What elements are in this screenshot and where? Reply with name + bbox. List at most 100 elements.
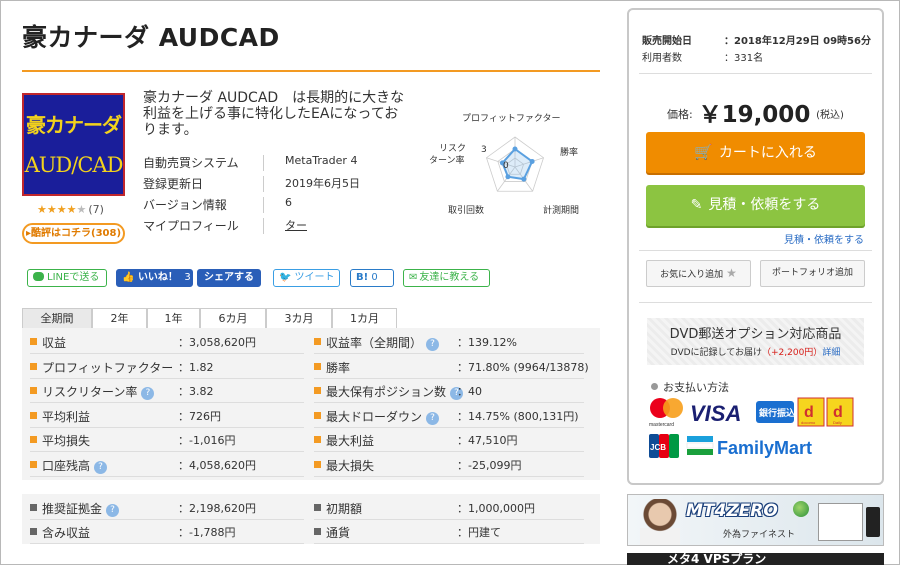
- radar-label-pf: プロフィットファクター: [462, 113, 560, 124]
- title-underline: [22, 70, 600, 72]
- tell-friend-button[interactable]: ✉ 友達に教える: [403, 269, 490, 287]
- help-icon[interactable]: ?: [106, 504, 120, 517]
- svg-text:FamilyMart: FamilyMart: [717, 438, 812, 458]
- dvd-option-box: DVD郵送オプション対応商品 DVDに記録してお届け（+2,200円）詳細: [647, 318, 864, 365]
- help-icon[interactable]: ?: [426, 411, 440, 425]
- stat-label: 口座残高?: [42, 457, 108, 474]
- vps-banner[interactable]: メタ4 VPSプラン: [627, 553, 884, 565]
- request-quote-button[interactable]: ✎ 見積・依頼をする: [646, 185, 865, 226]
- globe-icon: [793, 501, 809, 517]
- spec-key: 自動売買システム: [143, 156, 239, 170]
- tab-2y[interactable]: 2年: [92, 308, 147, 329]
- tweet-label: ツイート: [294, 272, 335, 283]
- tweet-button[interactable]: 🐦 ツイート: [273, 269, 340, 287]
- users-row: 利用者数 ：331名: [642, 49, 872, 64]
- hatena-bookmark-button[interactable]: B! 0: [350, 269, 394, 287]
- bullet-icon: [314, 411, 321, 419]
- stat-label: 勝率: [326, 360, 351, 375]
- users-value: ：331名: [724, 53, 764, 64]
- stat-row: プロフィットファクター ：1.82: [30, 355, 314, 379]
- stat-value: ：-25,099円: [457, 458, 522, 472]
- stat-value: ：-1,788円: [178, 526, 236, 539]
- svg-text:d: d: [804, 404, 814, 421]
- star-icon: ★: [726, 266, 737, 280]
- radar-chart: 3 0 プロフィットファクター 勝率 計測期間 取引回数 リスク ターン率: [429, 113, 579, 216]
- mastercard-logo: mastercard: [649, 398, 683, 428]
- tab-6m[interactable]: 6カ月: [200, 308, 266, 329]
- svg-text:mastercard: mastercard: [649, 422, 674, 428]
- tab-1y[interactable]: 1年: [147, 308, 200, 329]
- svg-text:銀行振込: 銀行振込: [759, 407, 795, 419]
- tab-3m[interactable]: 3カ月: [266, 308, 332, 329]
- stat-label: 最大ドローダウン?: [326, 408, 440, 425]
- bullet-icon: [30, 411, 37, 419]
- tab-1m[interactable]: 1カ月: [332, 308, 397, 329]
- portfolio-button[interactable]: ポートフォリオ追加: [760, 260, 865, 287]
- add-to-cart-button[interactable]: 🛒 カートに入れる: [646, 132, 865, 173]
- vps-banner-title: メタ4 VPSプラン: [667, 553, 767, 565]
- product-image-text-2: AUD/CAD: [24, 153, 123, 177]
- review-button[interactable]: ▸酷評はコチラ(308): [22, 223, 125, 244]
- stat-row: 口座残高? ：4,058,620円: [30, 453, 314, 477]
- stats-panel-secondary: 推奨証拠金? ：2,198,620円 含み収益 ：-1,788円 初期額 ：1,000,0…: [22, 494, 600, 544]
- line-share-button[interactable]: LINEで送る: [27, 269, 107, 287]
- help-icon[interactable]: ?: [94, 460, 108, 474]
- facebook-like-button[interactable]: 👍 いいね！ 3: [116, 269, 193, 287]
- daily-d-logo: d Daily: [826, 397, 854, 427]
- cart-button-label: カートに入れる: [718, 145, 817, 161]
- profile-link[interactable]: ター: [285, 217, 307, 233]
- payment-logos: mastercard VISA 銀行振込 d docomo d Daily JC…: [649, 397, 854, 458]
- bullet-icon: [314, 436, 321, 443]
- bullet-icon: [314, 504, 321, 511]
- stat-value: ：3.82: [178, 385, 214, 398]
- dvd-detail-link[interactable]: 詳細: [822, 348, 840, 358]
- svg-text:JCB: JCB: [650, 443, 666, 452]
- friend-label: 友達に教える: [419, 272, 480, 283]
- familymart-logo: FamilyMart: [686, 436, 812, 458]
- stat-row: リスクリターン率? ：3.82: [30, 379, 314, 403]
- stats-panel: 収益 ：3,058,620円 プロフィットファクター ：1.82 リスクリターン率? ：3…: [22, 328, 600, 480]
- star-filled-icon: ★: [66, 203, 77, 216]
- stat-row: 通貨 ：円建て: [314, 520, 594, 544]
- banner-phone-image: [866, 507, 880, 537]
- row-divider: [314, 475, 584, 477]
- bullet-icon: [314, 528, 321, 535]
- bullet-icon: [314, 460, 321, 468]
- stat-label: 平均損失: [42, 434, 91, 448]
- spec-key: マイプロフィール: [143, 219, 239, 233]
- radar-label-risk-b: ターン率: [429, 154, 465, 166]
- mt4zero-banner[interactable]: MT4ZERO 外為ファイネスト: [627, 494, 884, 546]
- stat-label: 通貨: [326, 526, 351, 540]
- review-button-label: 酷評はコチラ(308): [31, 228, 122, 239]
- bullet-icon: [30, 436, 37, 443]
- quote-button-label: 見積・依頼をする: [708, 197, 821, 213]
- docomo-d-logo: d docomo: [797, 397, 825, 427]
- stat-row: 勝率 ：71.80% (9964/13878): [314, 355, 594, 379]
- request-quote-link[interactable]: 見積・依頼をする: [784, 231, 864, 246]
- price-tax: (税込): [816, 110, 844, 121]
- mail-icon: ✉: [409, 272, 418, 283]
- users-label: 利用者数: [642, 53, 682, 64]
- spec-row-system: 自動売買システム MetaTrader 4: [143, 154, 393, 174]
- spec-key: 登録更新日: [143, 177, 204, 191]
- stat-label: 最大保有ポジション数?: [326, 383, 464, 400]
- help-icon[interactable]: ?: [141, 387, 155, 400]
- stat-value: ：2,198,620円: [178, 502, 256, 515]
- product-image[interactable]: 豪カナーダ AUD/CAD: [22, 93, 125, 196]
- tab-all[interactable]: 全期間: [22, 308, 92, 329]
- banner-person-image: [640, 499, 680, 545]
- price-value: ￥19,000: [698, 102, 811, 128]
- favorite-button[interactable]: お気に入り追加 ★: [646, 260, 751, 287]
- bullet-icon: [30, 528, 37, 535]
- sidebar-divider: [639, 302, 872, 303]
- star-filled-icon: ★: [37, 203, 47, 216]
- stat-value: ：1,000,000円: [457, 502, 535, 515]
- like-label: いいね！: [137, 272, 178, 283]
- rating-stars: ★★★★★ (7): [37, 203, 104, 216]
- purchase-sidebar: 販売開始日 ：2018年12月29日 09時56分 利用者数 ：331名 価格:…: [627, 8, 884, 485]
- svg-text:d: d: [833, 404, 843, 421]
- radar-tick-3: 3: [481, 145, 487, 155]
- facebook-share-button[interactable]: シェアする: [197, 269, 261, 287]
- thumbs-up-icon: 👍: [122, 272, 135, 283]
- help-icon[interactable]: ?: [426, 338, 440, 351]
